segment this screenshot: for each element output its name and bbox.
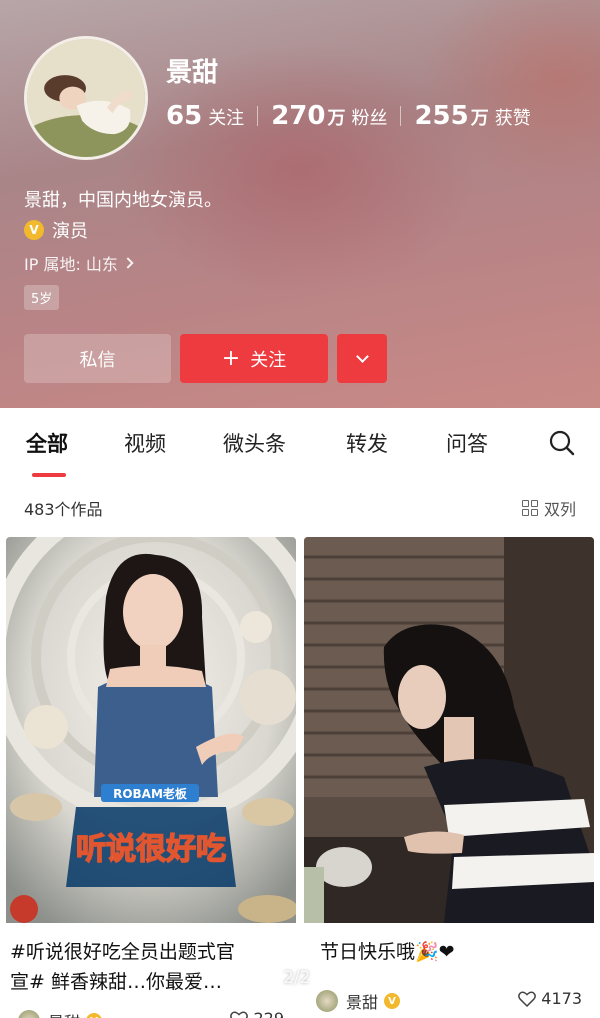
profile-header: 景甜 65 关注 270 万 粉丝 255 万 获赞 景甜，中国内地女演员。 V… (0, 0, 600, 408)
stat-divider (400, 106, 402, 126)
fans-unit: 万 (327, 108, 346, 129)
content-tabs: 全部 视频 微头条 转发 问答 (0, 408, 600, 478)
ip-location[interactable]: IP 属地: 山东 (24, 251, 134, 275)
heart-icon (230, 1011, 249, 1018)
avatar[interactable] (24, 36, 148, 160)
fans-count[interactable]: 270 (271, 101, 325, 131)
heart-icon (518, 991, 537, 1007)
work-title: #听说很好吃全员出题式官 宣# 鲜香辣甜…你最爱… (10, 937, 288, 997)
work-likes[interactable]: 4173 (518, 989, 582, 1008)
work-card[interactable]: 节日快乐哦🎉❤ 景甜 V 4173 (304, 537, 594, 1018)
work-author[interactable]: 景甜 V (18, 1009, 103, 1018)
work-cover[interactable]: ROBAM老板 听说很好吃 (6, 537, 296, 923)
following-label[interactable]: 关注 (208, 104, 244, 130)
work-title-line: #听说很好吃全员出题式官 (10, 941, 235, 963)
portrait-photo-image (304, 537, 594, 923)
work-title-line: 宣# 鲜香辣甜…你最爱… (10, 971, 222, 993)
tab-video[interactable]: 视频 (124, 428, 166, 458)
bio: 景甜，中国内地女演员。 (24, 190, 222, 211)
avatar-image (27, 39, 145, 157)
verified-badge-icon: V (86, 1013, 103, 1018)
show-poster-image: ROBAM老板 听说很好吃 (6, 537, 296, 923)
tab-repost[interactable]: 转发 (346, 428, 388, 458)
author-avatar (18, 1010, 40, 1018)
age-tag: 5岁 (24, 285, 60, 310)
likes-count-text: 229 (253, 1009, 284, 1018)
ip-location-text: IP 属地: 山东 (24, 255, 118, 274)
stat-divider (257, 106, 259, 126)
message-button-label: 私信 (79, 349, 116, 371)
grid-layout-icon (521, 500, 538, 516)
poster-brand-text: ROBAM老板 (113, 786, 188, 801)
layout-toggle-label: 双列 (543, 500, 576, 519)
poster-show-title: 听说很好吃 (76, 832, 226, 867)
likes-count-text: 4173 (541, 989, 582, 1008)
layout-toggle[interactable]: 双列 (521, 496, 576, 520)
nickname: 景甜 (166, 58, 219, 88)
work-author[interactable]: 景甜 V (316, 989, 401, 1013)
message-button[interactable]: 私信 (24, 334, 171, 383)
fans-label[interactable]: 粉丝 (351, 104, 387, 130)
work-likes[interactable]: 229 (230, 1009, 284, 1018)
verified-badge-icon: V (24, 220, 44, 240)
tab-qa[interactable]: 问答 (446, 428, 488, 458)
author-avatar (316, 990, 338, 1012)
active-tab-indicator (32, 473, 66, 477)
follow-button-label: 关注 (250, 349, 287, 371)
likes-count[interactable]: 255 (414, 101, 468, 131)
chevron-down-icon (355, 349, 369, 363)
likes-unit: 万 (470, 108, 489, 129)
verification-row: V 演员 (24, 217, 88, 243)
work-cover[interactable] (304, 537, 594, 923)
works-count: 483个作品 (24, 500, 103, 519)
work-card[interactable]: ROBAM老板 听说很好吃 #听说很好吃全员出题式官 宣# 鲜香辣甜…你最爱… … (6, 537, 296, 1018)
likes-label[interactable]: 获赞 (495, 104, 531, 130)
page-indicator: 2/2 (283, 968, 311, 988)
author-name: 景甜 (48, 1009, 80, 1018)
chevron-right-icon (122, 257, 134, 269)
works-count-row: 483个作品 双列 (0, 490, 600, 524)
stats-row: 65 关注 270 万 粉丝 255 万 获赞 (166, 101, 531, 131)
follow-button[interactable]: + 关注 (180, 334, 328, 383)
plus-icon: + (221, 345, 241, 371)
verification-label: 演员 (52, 221, 88, 242)
verified-badge-icon: V (384, 993, 401, 1009)
more-options-button[interactable] (337, 334, 387, 383)
tab-micro-headline[interactable]: 微头条 (223, 428, 286, 458)
search-icon[interactable] (548, 429, 576, 457)
tab-all[interactable]: 全部 (26, 428, 68, 458)
following-count[interactable]: 65 (166, 101, 202, 131)
author-name: 景甜 (346, 993, 379, 1012)
work-title: 节日快乐哦🎉❤ (320, 941, 455, 963)
